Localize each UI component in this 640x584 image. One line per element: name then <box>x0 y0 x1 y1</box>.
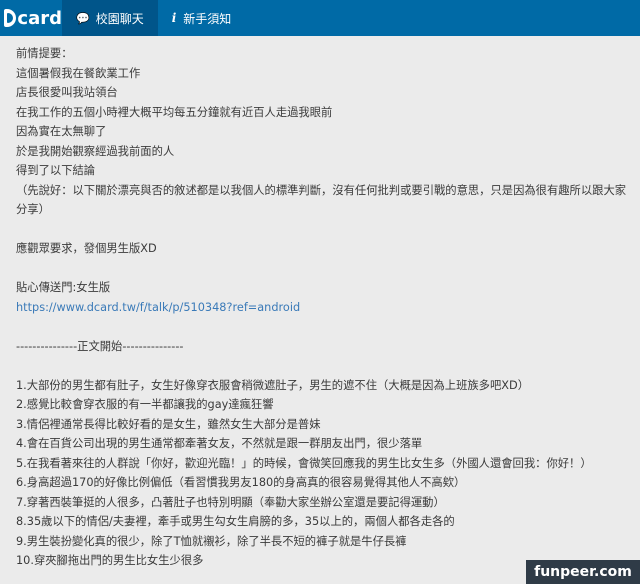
list-item: 4.會在百貨公司出現的男生通常都牽著女友，不然就是跟一群朋友出門，很少落單 <box>16 437 423 450</box>
dcard-logo[interactable]: card <box>0 0 62 36</box>
list-item: 7.穿著西裝筆挺的人很多，凸著肚子也特別明顯（奉勸大家坐辦公室還是要記得運動） <box>16 495 445 509</box>
list-item: 6.身高超過170的好像比例偏低（看習慣我男友180的身高真的很容易覺得其他人不… <box>16 476 466 489</box>
post-line: 得到了以下結論 <box>16 164 96 177</box>
post-line: 這個暑假我在餐飲業工作 <box>16 66 141 80</box>
list-item: 3.情侶裡通常長得比較好看的是女生，雖然女生大部分是普妹 <box>16 417 321 431</box>
info-icon: i <box>171 11 177 25</box>
post-line: 因為實在太無聊了 <box>16 125 107 138</box>
top-nav-bar: card 💬 校園聊天 i 新手須知 <box>0 0 640 36</box>
post-line: 於是我開始觀察經過我前面的人 <box>16 144 175 158</box>
post-line: 店長很愛叫我站領台 <box>16 86 118 99</box>
list-item: 8.35歲以下的情侶/夫妻裡，牽手或男生勾女生肩膀的多，35以上的，兩個人都各走… <box>16 515 455 528</box>
tab-campus-chat[interactable]: 💬 校園聊天 <box>62 0 158 36</box>
list-item: 2.感覺比較會穿衣服的有一半都讓我的gay達瘋狂響 <box>16 398 274 411</box>
list-item: 5.在我看著來往的人群說「你好，歡迎光臨！」的時候，會微笑回應我的男生比女生多（… <box>16 456 592 470</box>
list-item: 1.大部份的男生都有肚子，女生好像穿衣服會稍微遮肚子，男生的遮不住（大概是因為上… <box>16 378 529 392</box>
list-item: 9.男生裝扮變化真的很少，除了T恤就襯衫，除了半長不短的褲子就是牛仔長褲 <box>16 534 407 548</box>
post-disclaimer: （先說好：以下關於漂亮與否的敘述都是以我個人的標準判斷，沒有任何批判或要引戰的意… <box>16 183 627 217</box>
funpeer-watermark: funpeer.com <box>526 560 640 584</box>
portal-link[interactable]: https://www.dcard.tw/f/talk/p/510348?ref… <box>16 301 300 314</box>
tab-newbie-guide-label: 新手須知 <box>183 11 232 26</box>
post-line: 在我工作的五個小時裡大概平均每五分鐘就有近百人走過我眼前 <box>16 105 333 119</box>
tab-newbie-guide[interactable]: i 新手須知 <box>158 0 246 36</box>
post-content: 前情提要： 這個暑假我在餐飲業工作 店長很愛叫我站領台 在我工作的五個小時裡大概… <box>16 44 636 571</box>
chat-bubble-icon: 💬 <box>76 11 90 25</box>
tab-campus-chat-label: 校園聊天 <box>95 11 144 26</box>
logo-text: card <box>17 7 62 29</box>
post-request: 應觀眾要求，發個男生版XD <box>16 242 157 255</box>
post-line: 前情提要： <box>16 47 73 60</box>
dcard-logo-mark-icon <box>4 9 17 27</box>
portal-label: 貼心傳送門:女生版 <box>16 281 111 294</box>
section-divider: ---------------正文開始--------------- <box>16 339 184 353</box>
